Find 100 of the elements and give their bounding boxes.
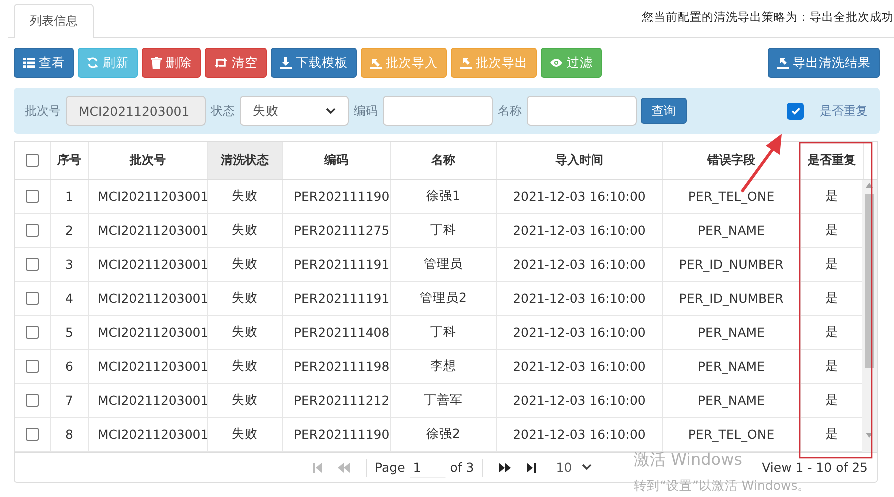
next-page-icon[interactable]: [499, 462, 512, 472]
row-checkbox[interactable]: [26, 292, 39, 305]
table-cell: 失败: [208, 214, 283, 247]
refresh-icon: [87, 57, 99, 69]
checkmark-icon: [790, 105, 802, 117]
table-cell: 失败: [208, 350, 283, 383]
table-cell: PER202111191: [283, 248, 391, 281]
table-cell: 徐强2: [391, 418, 497, 451]
chevron-icon: [326, 108, 336, 114]
row-checkbox[interactable]: [26, 224, 39, 237]
table-cell: 失败: [208, 282, 283, 315]
table-cell: PER_NAME: [663, 316, 801, 349]
upload-icon: [370, 57, 382, 69]
upload-icon: [460, 57, 472, 69]
page-size-select[interactable]: 10: [552, 456, 596, 478]
row-checkbox[interactable]: [26, 190, 39, 203]
table-cell: 管理员2: [391, 282, 497, 315]
code-field[interactable]: [383, 96, 493, 126]
table-cell: 失败: [208, 418, 283, 451]
table-cell: 8: [51, 418, 89, 451]
last-page-icon[interactable]: [527, 462, 536, 472]
table-cell: PER202111190: [283, 418, 391, 451]
duplicate-checkbox[interactable]: [787, 102, 804, 120]
table-cell: PER202111212: [283, 384, 391, 417]
table-cell: 3: [51, 248, 89, 281]
export-button[interactable]: 导出清洗结果: [768, 48, 880, 78]
column-header[interactable]: 清洗状态: [208, 142, 283, 179]
table-cell: PER202111190: [283, 180, 391, 213]
table-cell: 2021-12-03 16:10:00: [497, 418, 663, 451]
table-cell: 2: [51, 214, 89, 247]
activation-title: 激活 Windows: [634, 449, 743, 471]
table-cell: 7: [51, 384, 89, 417]
row-checkbox[interactable]: [26, 258, 39, 271]
scrollbar[interactable]: [862, 180, 877, 452]
column-header[interactable]: 是否重复: [801, 142, 864, 179]
table-cell: PER202111275: [283, 214, 391, 247]
table-cell: 2021-12-03 16:10:00: [497, 214, 663, 247]
column-header[interactable]: 序号: [51, 142, 89, 179]
field-label: 批次号: [25, 102, 61, 120]
table-cell: PER_TEL_ONE: [663, 418, 801, 451]
table-cell: 失败: [208, 316, 283, 349]
table-cell: 失败: [208, 180, 283, 213]
table-cell: PER_ID_NUMBER: [663, 282, 801, 315]
retweet-icon: [214, 57, 228, 69]
row-checkbox[interactable]: [26, 394, 39, 407]
table-cell: PER_TEL_ONE: [663, 180, 801, 213]
table-cell: PER_NAME: [663, 214, 801, 247]
status-select[interactable]: 失败: [240, 96, 349, 126]
table-cell: 2021-12-03 16:10:00: [497, 248, 663, 281]
table-cell: 丁善军: [391, 384, 497, 417]
table-cell: 2021-12-03 16:10:00: [497, 282, 663, 315]
table-cell: 李想: [391, 350, 497, 383]
download-button[interactable]: 下载模板: [271, 48, 357, 78]
strategy-notice: 您当前配置的清洗导出策略为：导出全批次成功: [642, 10, 894, 25]
table-cell: 4: [51, 282, 89, 315]
eye-icon: [550, 58, 563, 68]
table-cell: 徐强1: [391, 180, 497, 213]
clear-button[interactable]: 清空: [205, 48, 267, 78]
row-checkbox[interactable]: [26, 428, 39, 441]
table-cell: 2021-12-03 16:10:00: [497, 350, 663, 383]
view-button[interactable]: 查看: [14, 48, 74, 78]
tab[interactable]: 列表信息: [14, 4, 94, 38]
table-cell: 1: [51, 180, 89, 213]
table-cell: PER202111191: [283, 282, 391, 315]
page-count: of 3: [450, 460, 474, 475]
trash-icon: [151, 57, 162, 69]
down-arrow-icon[interactable]: [866, 433, 874, 438]
table-cell: PER_NAME: [663, 384, 801, 417]
chevron-icon: [582, 464, 592, 471]
up-arrow-icon[interactable]: [866, 183, 874, 188]
page-label: Page: [375, 460, 406, 475]
table-cell: 2021-12-03 16:10:00: [497, 316, 663, 349]
field-label: 名称: [498, 102, 522, 120]
table-cell: 2021-12-03 16:10:00: [497, 180, 663, 213]
table-cell: PER202111408: [283, 316, 391, 349]
table-cell: 5: [51, 316, 89, 349]
table-cell: 管理员: [391, 248, 497, 281]
upload-icon: [777, 57, 789, 69]
table-cell: 2021-12-03 16:10:00: [497, 384, 663, 417]
table-cell: 6: [51, 350, 89, 383]
download-icon: [280, 57, 292, 69]
field-label: 状态: [211, 102, 235, 120]
column-header[interactable]: 名称: [391, 142, 497, 179]
column-header[interactable]: 导入时间: [497, 142, 663, 179]
table-cell: 丁科: [391, 316, 497, 349]
row-checkbox[interactable]: [26, 360, 39, 373]
table-cell: 丁科: [391, 214, 497, 247]
view-range: View 1 - 10 of 25: [762, 460, 868, 475]
table-cell: 失败: [208, 248, 283, 281]
select-all-checkbox[interactable]: [26, 154, 39, 167]
list-icon: [23, 57, 35, 69]
table-cell: PER_ID_NUMBER: [663, 248, 801, 281]
delete-button[interactable]: 删除: [142, 48, 201, 78]
query-button[interactable]: 查询: [641, 98, 687, 124]
table-cell: PER_NAME: [663, 350, 801, 383]
checkbox-label: 是否重复: [820, 102, 868, 120]
field-label: 编码: [354, 102, 378, 120]
column-header[interactable]: 编码: [283, 142, 391, 179]
name-field[interactable]: [527, 96, 637, 126]
row-checkbox[interactable]: [26, 326, 39, 339]
